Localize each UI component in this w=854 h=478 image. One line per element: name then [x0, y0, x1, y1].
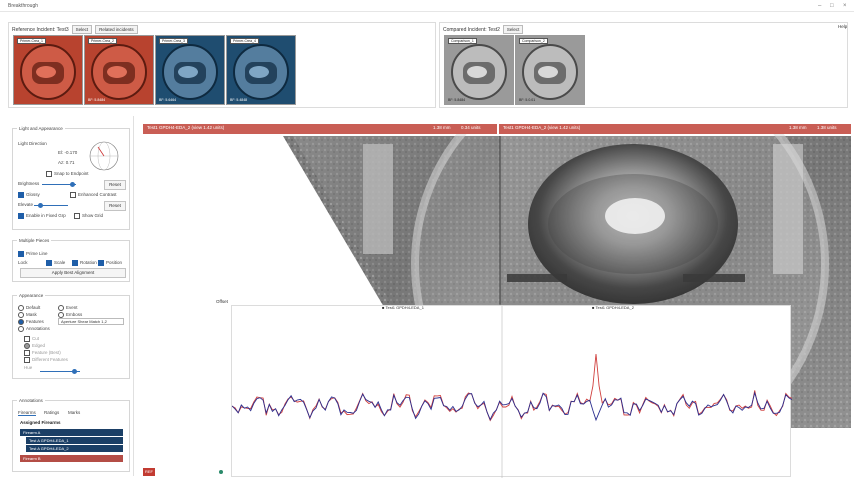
title-bar: Breakthrough – □ × — [0, 0, 854, 12]
compared-panel: Compared Incident: Test2 Select Comparis… — [439, 22, 848, 108]
compared-thumbnail-score: BF: 5.0.01 — [519, 98, 536, 102]
tree-item-firearm-a[interactable]: Firearm A — [20, 429, 123, 436]
compared-thumbnail-score: BF: 5.8484 — [448, 98, 466, 102]
prime-line-checkbox[interactable]: Prime Line — [18, 251, 48, 257]
profile-lines — [232, 306, 792, 478]
close-icon[interactable]: × — [843, 2, 847, 10]
compared-thumbnail[interactable]: Comparison_2 BF: 5.0.01 — [515, 35, 585, 105]
brightness-slider[interactable] — [42, 182, 76, 187]
right-viewer-header: Test1 GPDH4-EDA_2 (view 1.42 units) 1.38… — [499, 124, 851, 134]
annotations-title: Annotations — [17, 398, 45, 403]
reference-thumbnail[interactable]: Primer-Crea_1 — [13, 35, 83, 105]
lock-label: Lock — [18, 260, 28, 265]
reference-thumbnail-score: BF: 5.6464 — [159, 98, 177, 102]
reference-thumbnail-label: Primer-Crea_1 — [17, 38, 46, 44]
compared-thumbnail-label: Comparison_1 — [448, 38, 477, 44]
reference-thumbnail-label: Primer-Crea_4 — [230, 38, 259, 44]
azimuth-value: Az: 0.71 — [58, 160, 75, 165]
comparison-viewer[interactable]: Test1 GPDH4-EDA_2 (view 1.42 units) 1.38… — [143, 124, 851, 478]
edged-radio[interactable]: Edged — [24, 343, 45, 349]
cut-checkbox[interactable]: Cut — [24, 336, 39, 342]
apply-alignment-button[interactable]: Apply Best Alignment — [20, 268, 126, 278]
profile-line-b — [232, 353, 792, 422]
minimize-icon[interactable]: – — [818, 2, 821, 10]
brightness-label: Brightness — [18, 181, 40, 186]
elevation-value: El: -0.170 — [58, 150, 78, 155]
profile-label: Offset — [216, 299, 228, 304]
appearance-title: Appearance — [17, 293, 46, 298]
reference-thumbnail-label: Primer-Crea_2 — [88, 38, 117, 44]
tree-item-firearm-b[interactable]: Firearm B — [20, 455, 123, 462]
lock-rotation-checkbox[interactable]: Rotation — [72, 260, 97, 266]
annotations-radio[interactable]: Annotations — [18, 326, 50, 332]
profile-plot[interactable]: Offset ■ Test1 GPDH4-EDA_1 ■ Test1 GPDH4… — [216, 299, 792, 478]
compared-label: Compared Incident: Test2 — [443, 26, 500, 33]
help-link[interactable]: Help — [838, 24, 847, 29]
snap-checkbox[interactable]: Snap to Endpoint — [46, 171, 89, 177]
enable-fixed-checkbox[interactable]: Enable in Fixed Grp — [18, 213, 66, 219]
light-direction-sphere-icon[interactable] — [88, 140, 120, 172]
related-incidents-button[interactable]: Related incidents — [95, 25, 138, 34]
reference-thumbnail[interactable]: Primer-Crea_3 BF: 5.6464 — [155, 35, 225, 105]
elevate-slider[interactable] — [34, 203, 68, 208]
show-grid-checkbox[interactable]: Show Grid — [74, 213, 103, 219]
tab-marks[interactable]: Marks — [68, 410, 80, 415]
lock-scale-checkbox[interactable]: Scale — [46, 260, 65, 266]
elevate-reset-button[interactable]: Reset — [104, 201, 126, 211]
tree-item-test-a2[interactable]: Test A GPDH4-EDA_2 — [26, 445, 123, 452]
event-radio[interactable]: Event — [58, 305, 78, 311]
light-direction-label: Light Direction — [18, 141, 47, 146]
hue-label: Hue — [24, 365, 33, 370]
compared-thumbnail-label: Comparison_2 — [519, 38, 548, 44]
compared-thumbnail[interactable]: Comparison_1 BF: 5.8484 — [444, 35, 514, 105]
reference-thumbnail-label: Primer-Crea_3 — [159, 38, 188, 44]
reference-label: Reference Incident: Test3 — [12, 26, 69, 33]
elevate-label: Elevate — [18, 202, 34, 207]
ref-badge: REF — [143, 468, 155, 476]
tab-ratings[interactable]: Ratings — [44, 410, 59, 415]
glossy-checkbox[interactable]: Glossy — [18, 192, 40, 198]
lock-position-checkbox[interactable]: Position — [98, 260, 122, 266]
features-radio[interactable]: Features — [18, 319, 44, 325]
left-viewer-header: Test1 GPDH4-EDA_2 (view 1.42 units) 1.38… — [143, 124, 497, 134]
tree-header: Assigned Firearms — [20, 420, 61, 425]
mask-radio[interactable]: Mask — [18, 312, 37, 318]
window-title: Breakthrough — [8, 3, 39, 9]
reference-select-button[interactable]: Select — [71, 25, 93, 34]
features-dropdown[interactable]: Aperture Shear Match 1,2 — [58, 318, 124, 325]
status-dot-icon — [219, 470, 223, 474]
light-section-title: Light and Appearance — [17, 126, 65, 131]
multiple-pieces-title: Multiple Pieces — [17, 238, 52, 243]
reference-thumbnail[interactable]: Primer-Crea_4 BF: 5.4848 — [226, 35, 296, 105]
tree-item-test-a1[interactable]: Test A GPDH4-EDA_1 — [26, 437, 123, 444]
different-features-checkbox[interactable]: Different Features — [24, 357, 68, 363]
default-radio[interactable]: Default — [18, 305, 40, 311]
hue-slider[interactable] — [40, 369, 80, 374]
reference-thumbnail-score: BF: 5.4848 — [230, 98, 248, 102]
reference-panel: Reference Incident: Test3 Select Related… — [8, 22, 436, 108]
tab-firearms[interactable]: Firearms — [18, 410, 36, 416]
reference-thumbnail[interactable]: Primer-Crea_2 BF: 5.8484 — [84, 35, 154, 105]
compared-select-button[interactable]: Select — [502, 25, 524, 34]
reference-thumbnail-score: BF: 5.8484 — [88, 98, 106, 102]
maximize-icon[interactable]: □ — [830, 2, 834, 10]
feature-best-checkbox[interactable]: Feature (Best) — [24, 350, 61, 356]
brightness-reset-button[interactable]: Reset — [104, 180, 126, 190]
enhanced-contrast-checkbox[interactable]: Enhanced Contrast — [70, 192, 117, 198]
